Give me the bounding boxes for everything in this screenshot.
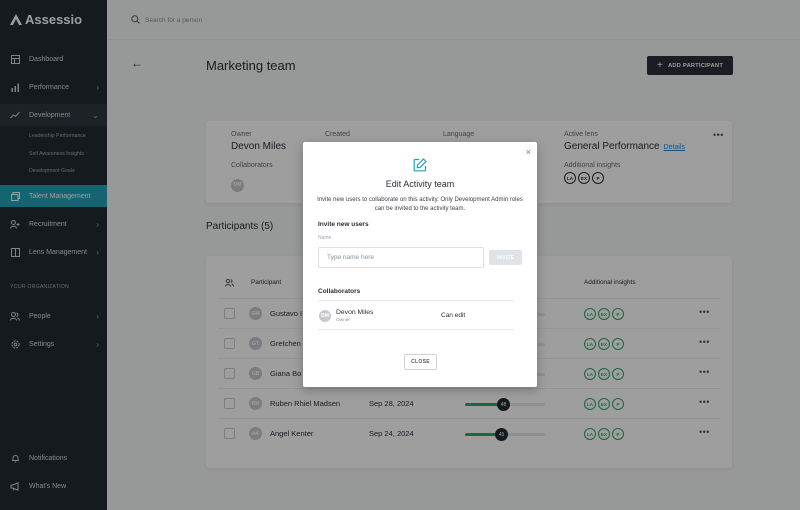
divider bbox=[318, 300, 514, 301]
invite-button[interactable]: INVITE bbox=[489, 250, 522, 265]
avatar: DM bbox=[319, 310, 331, 322]
close-icon[interactable]: × bbox=[526, 147, 531, 157]
name-label: Name bbox=[318, 235, 332, 241]
edit-icon bbox=[413, 158, 427, 172]
collaborator-name: Devon Miles bbox=[336, 309, 374, 316]
collaborator-permission[interactable]: Can edit bbox=[441, 312, 465, 319]
edit-activity-team-modal: × Edit Activity team Invite new users to… bbox=[303, 142, 537, 387]
invite-section-title: Invite new users bbox=[318, 221, 369, 228]
close-button[interactable]: CLOSE bbox=[404, 354, 437, 370]
divider bbox=[318, 329, 514, 330]
modal-title: Edit Activity team bbox=[385, 179, 455, 189]
collaborators-section-title: Collaborators bbox=[318, 288, 361, 295]
collaborator-role: Owner bbox=[336, 318, 351, 323]
modal-description: Invite new users to collaborate on this … bbox=[317, 197, 523, 212]
name-input[interactable] bbox=[318, 247, 484, 268]
